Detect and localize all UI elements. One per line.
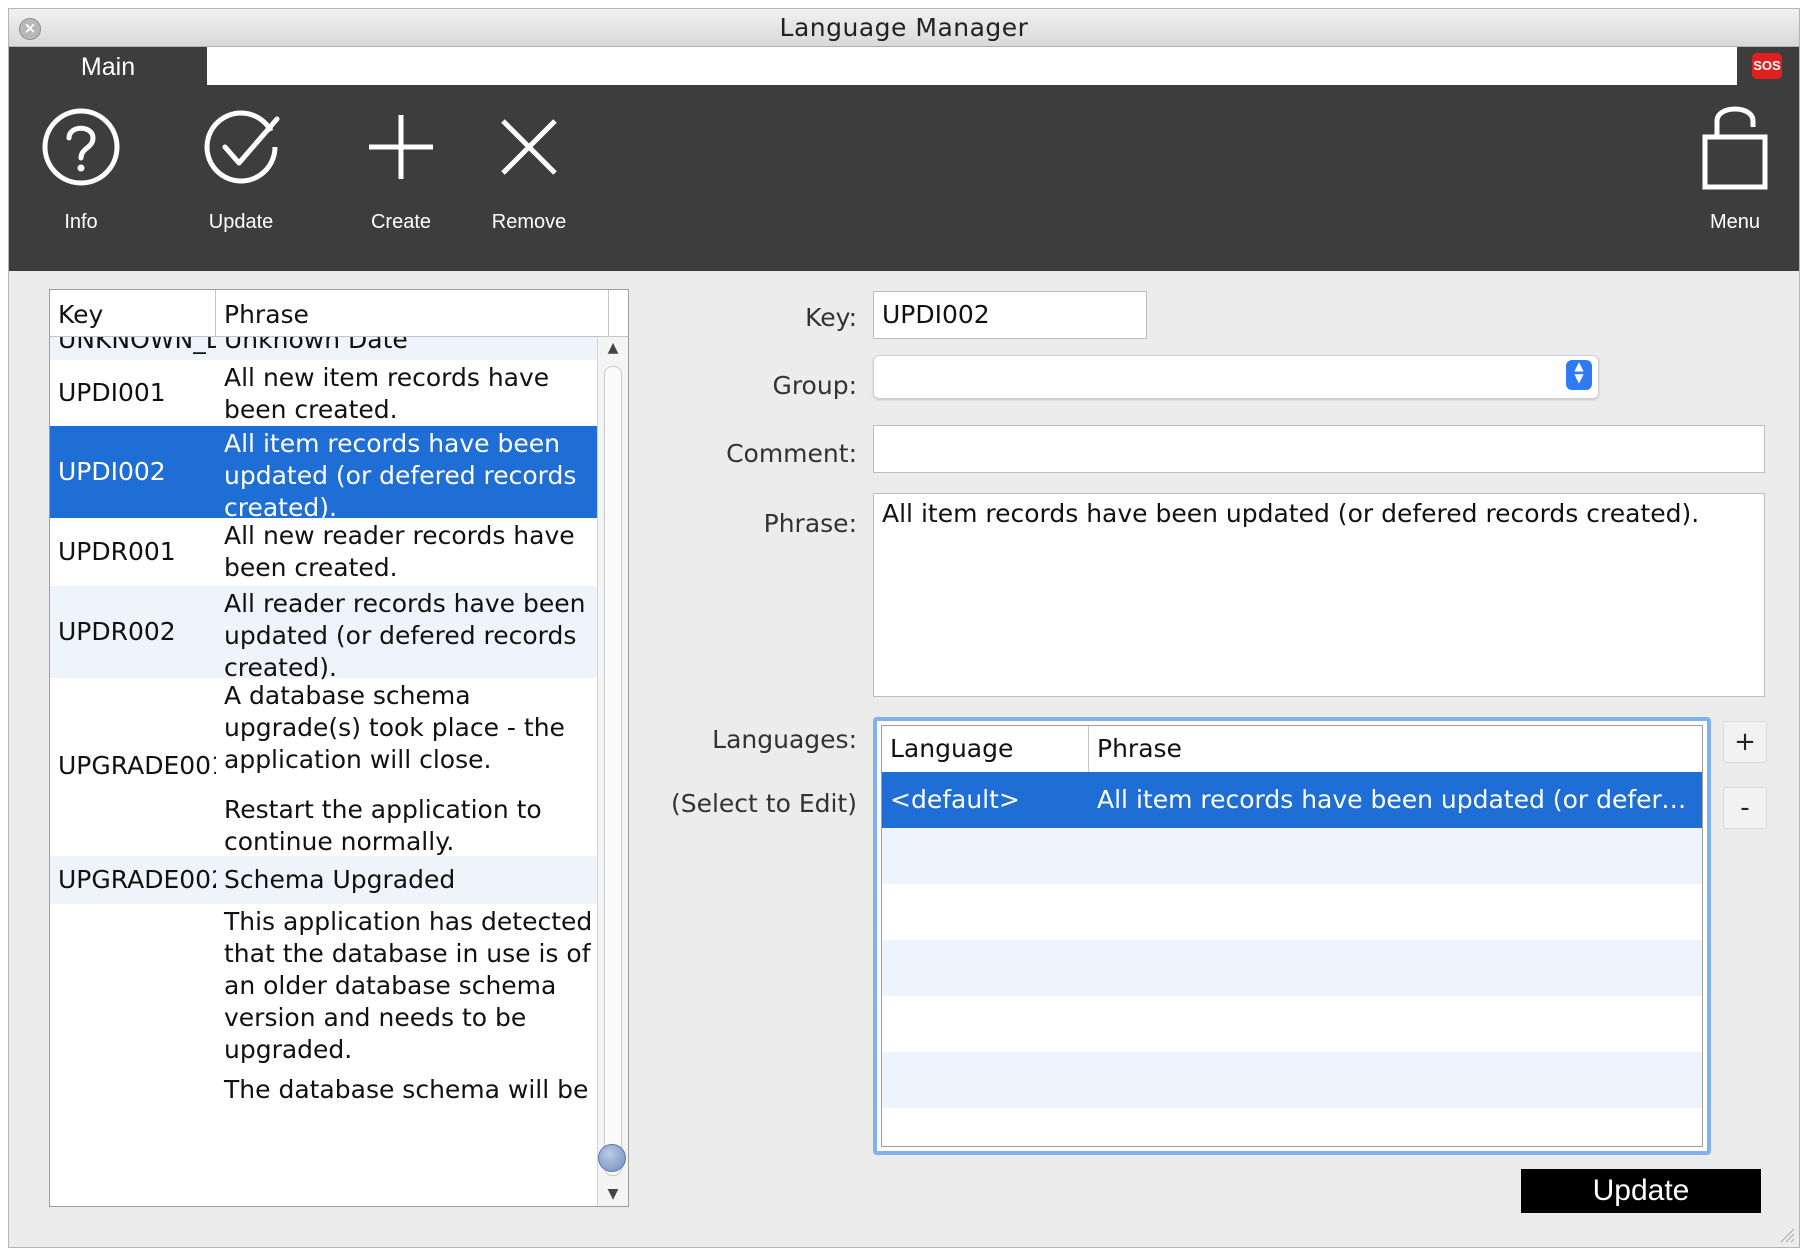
tab-main[interactable]: Main	[9, 47, 207, 87]
scroll-up-arrow-icon[interactable]: ▲	[598, 340, 628, 356]
list-item-selected[interactable]: UPDI002 All item records have been updat…	[50, 426, 600, 522]
tab-strip: Main SOS	[9, 47, 1799, 87]
list-item[interactable]: UPDI001 All new item records have been c…	[50, 360, 600, 426]
phrase-column-header[interactable]: Phrase	[216, 290, 609, 336]
chevron-updown-icon: ▲ ▼	[1566, 360, 1592, 390]
row-phrase: A database schema upgrade(s) took place …	[224, 681, 565, 774]
row-phrase: All reader records have been updated (or…	[224, 589, 586, 682]
key-field[interactable]: UPDI002	[873, 291, 1147, 339]
language-phrase-column-header[interactable]: Phrase	[1089, 726, 1702, 772]
row-phrase-continued: Restart the application to continue norm…	[224, 795, 542, 856]
list-item[interactable]: UPGRADE002 Schema Upgraded	[50, 856, 600, 904]
row-key: UPDI002	[58, 457, 166, 486]
select-to-edit-hint: (Select to Edit)	[670, 789, 857, 818]
language-phrase-cell: All item records have been updated (or d…	[1097, 785, 1692, 814]
row-phrase: Unknown Date	[224, 336, 408, 354]
row-phrase: All item records have been updated (or d…	[224, 429, 577, 522]
resize-grip-icon[interactable]	[1779, 1227, 1795, 1243]
languages-table-inner: Language Phrase <default> All item recor…	[881, 725, 1703, 1147]
group-label: Group:	[772, 371, 857, 400]
language-column-header[interactable]: Language	[882, 726, 1089, 772]
phrase-label: Phrase:	[763, 509, 857, 538]
update-toolbar-button[interactable]: Update	[181, 85, 301, 271]
language-row-empty[interactable]	[882, 884, 1702, 940]
x-icon	[501, 119, 557, 175]
list-item[interactable]: UPGRADE001 A database schema upgrade(s) …	[50, 678, 600, 856]
sos-button[interactable]: SOS	[1752, 53, 1782, 79]
sos-area: SOS	[1737, 47, 1799, 87]
language-row-empty[interactable]	[882, 1052, 1702, 1108]
list-item[interactable]: UNKNOWN_D Unknown Date	[50, 336, 600, 360]
language-row-selected[interactable]: <default> All item records have been upd…	[882, 772, 1702, 828]
comment-field[interactable]	[873, 425, 1765, 473]
languages-table[interactable]: Language Phrase <default> All item recor…	[873, 717, 1711, 1155]
list-item[interactable]: UPDR002 All reader records have been upd…	[50, 586, 600, 682]
check-icon	[204, 110, 280, 184]
row-phrase: This application has detected that the d…	[224, 907, 593, 1064]
row-key: UPDR002	[58, 617, 176, 646]
scroll-thumb[interactable]	[598, 1144, 626, 1172]
list-header: Key Phrase	[50, 290, 628, 337]
update-button[interactable]: Update	[1521, 1169, 1761, 1213]
info-button[interactable]: Info	[21, 85, 141, 271]
row-phrase-continued: The database schema will be	[224, 1075, 589, 1104]
phrase-textarea[interactable]: All item records have been updated (or d…	[873, 493, 1765, 697]
remove-language-button[interactable]: -	[1723, 787, 1767, 829]
question-icon	[42, 108, 120, 186]
create-label: Create	[370, 211, 432, 233]
remove-label: Remove	[491, 211, 567, 233]
language-row-empty[interactable]	[882, 996, 1702, 1052]
language-manager-window: × Language Manager Main SOS Info Update	[8, 8, 1800, 1248]
language-row-empty[interactable]	[882, 828, 1702, 884]
info-label: Info	[64, 211, 98, 233]
row-key: UPDI001	[58, 378, 166, 407]
comment-label: Comment:	[726, 439, 857, 468]
row-key: UNKNOWN_D	[58, 336, 216, 354]
create-button[interactable]: Create	[341, 85, 461, 271]
languages-header: Language Phrase	[882, 726, 1702, 773]
menu-button[interactable]: Menu	[1675, 85, 1795, 271]
add-language-button[interactable]: +	[1723, 721, 1767, 763]
list-item[interactable]: This application has detected that the d…	[50, 904, 600, 1206]
row-phrase: Schema Upgraded	[224, 865, 456, 894]
row-phrase: All new item records have been created.	[224, 363, 550, 424]
list-body: UNKNOWN_D Unknown Date UPDI001 All new i…	[50, 336, 600, 1206]
plus-icon	[369, 115, 433, 179]
scroll-track[interactable]	[604, 366, 622, 1176]
language-cell: <default>	[890, 785, 1020, 814]
row-key: UPGRADE001	[58, 751, 216, 780]
scroll-down-arrow-icon[interactable]: ▼	[598, 1186, 628, 1202]
languages-label: Languages:	[712, 725, 857, 754]
row-key: UPDR001	[58, 537, 176, 566]
remove-button[interactable]: Remove	[469, 85, 589, 271]
row-key: UPGRADE002	[58, 865, 216, 894]
row-phrase: All new reader records have been created…	[224, 521, 575, 582]
window-title: Language Manager	[779, 13, 1029, 42]
group-select[interactable]: ▲ ▼	[873, 355, 1599, 399]
list-item[interactable]: UPDR001 All new reader records have been…	[50, 518, 600, 586]
toolbar: Info Update Create Remove Menu	[9, 85, 1799, 271]
update-label: Update	[208, 211, 274, 233]
phrase-list-table[interactable]: Key Phrase UNKNOWN_D Unknown Date UPDI00…	[49, 289, 629, 1207]
language-row-empty[interactable]	[882, 940, 1702, 996]
menu-label: Menu	[1709, 211, 1761, 233]
key-column-header[interactable]: Key	[50, 290, 216, 336]
title-bar: × Language Manager	[9, 9, 1799, 47]
lock-icon	[1702, 106, 1768, 190]
